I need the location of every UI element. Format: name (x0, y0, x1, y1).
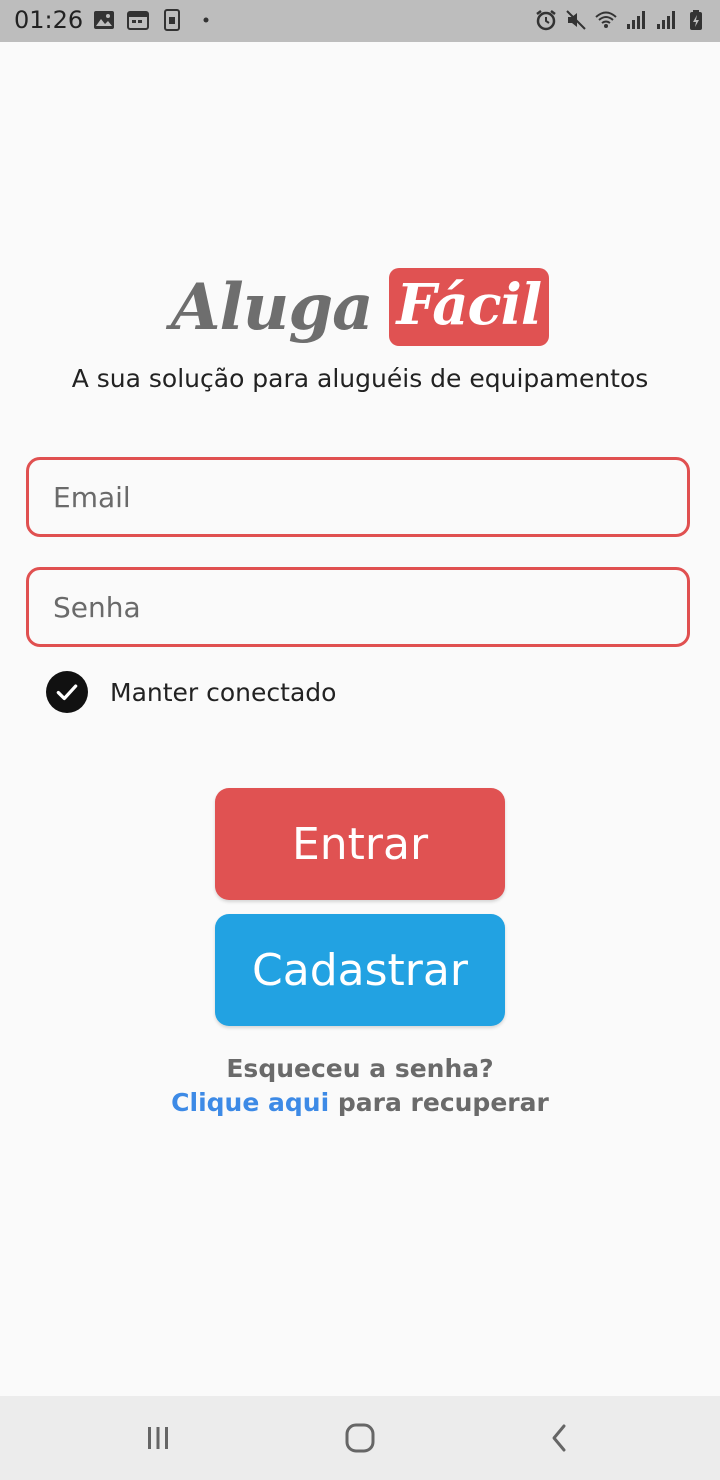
email-field[interactable] (26, 457, 690, 537)
sim-icon (160, 8, 184, 32)
status-time: 01:26 (14, 6, 84, 34)
battery-charging-icon (684, 8, 708, 32)
keep-connected-label: Manter conectado (110, 677, 337, 707)
app-logo: Aluga Fácil (0, 262, 720, 352)
register-button[interactable]: Cadastrar (215, 914, 505, 1026)
home-icon[interactable] (340, 1418, 380, 1458)
signal-icon (624, 8, 648, 32)
logo-text-aluga: Aluga (170, 269, 374, 345)
recover-password-suffix: para recuperar (329, 1088, 549, 1117)
wifi-icon (594, 8, 618, 32)
tagline: A sua solução para aluguéis de equipamen… (71, 364, 649, 393)
keep-connected-checkbox[interactable] (46, 671, 88, 713)
checkmark-icon (56, 684, 78, 701)
keep-connected-row[interactable]: Manter conectado (46, 670, 336, 714)
forgot-password-section: Esqueceu a senha? Clique aqui para recup… (0, 1052, 720, 1120)
system-nav-bar (0, 1396, 720, 1480)
recent-apps-icon[interactable] (138, 1418, 178, 1458)
login-button[interactable]: Entrar (215, 788, 505, 900)
signal-icon (654, 8, 678, 32)
alarm-icon (534, 8, 558, 32)
mute-icon (564, 8, 588, 32)
status-bar: 01:26 (0, 0, 720, 42)
password-field[interactable] (26, 567, 690, 647)
calendar-icon (126, 8, 150, 32)
logo-text-facil: Fácil (388, 268, 550, 346)
password-input[interactable] (29, 570, 687, 644)
dot-icon (194, 8, 218, 32)
recover-password-line: Clique aqui para recuperar (0, 1086, 720, 1120)
status-left-icons (92, 8, 218, 32)
email-input[interactable] (29, 460, 687, 534)
status-right-icons (534, 8, 708, 32)
forgot-password-question: Esqueceu a senha? (226, 1054, 494, 1083)
image-icon (92, 8, 116, 32)
recover-password-link[interactable]: Clique aqui (171, 1088, 329, 1117)
back-icon[interactable] (540, 1418, 580, 1458)
